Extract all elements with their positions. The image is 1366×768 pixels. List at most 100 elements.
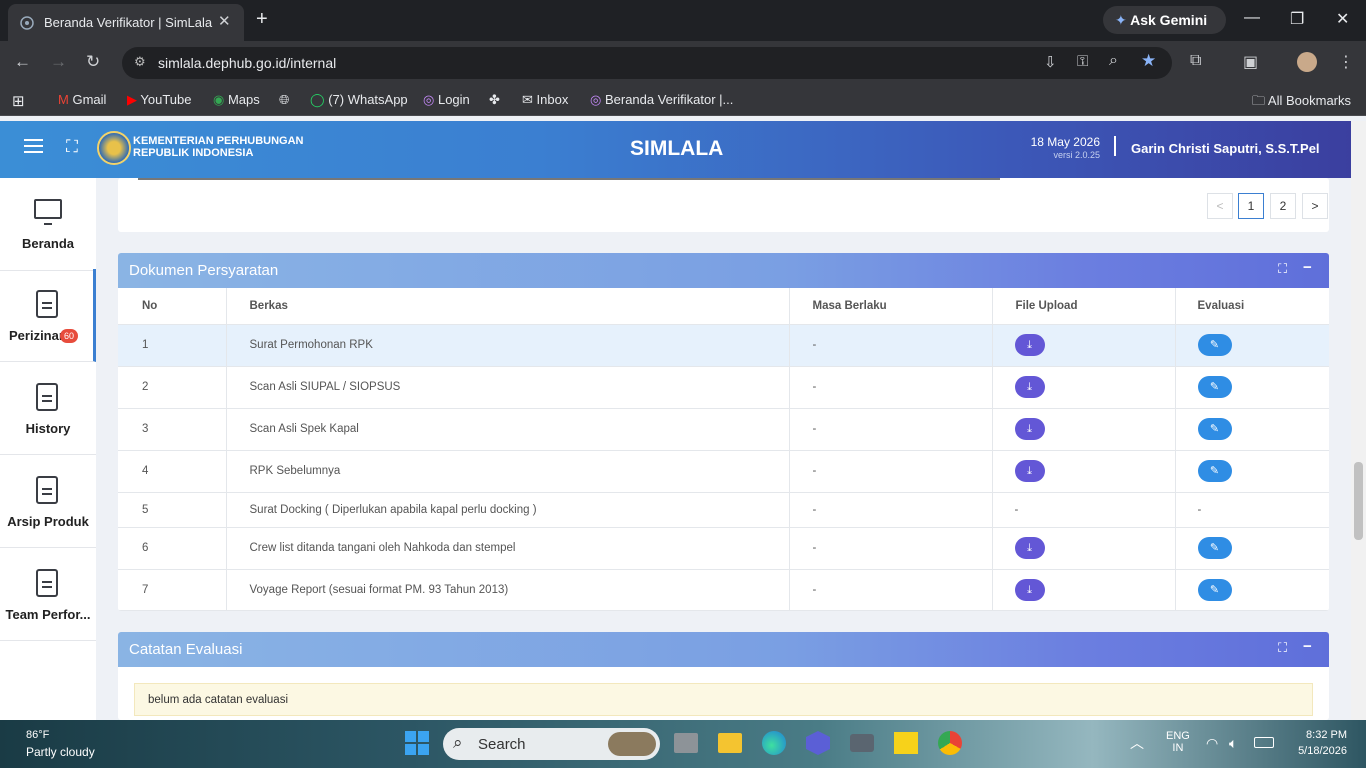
- new-tab-icon[interactable]: +: [256, 8, 268, 31]
- side-panel-icon[interactable]: ▣: [1243, 52, 1258, 72]
- evaluate-edit-button[interactable]: ✎: [1197, 460, 1232, 482]
- password-key-icon[interactable]: ⚿: [1077, 53, 1088, 70]
- globe-icon[interactable]: 🌐︎: [279, 92, 289, 108]
- bookmark-whatsapp[interactable]: ◯ (7) WhatsApp: [310, 92, 408, 108]
- sidebar-item-history[interactable]: History: [0, 362, 96, 455]
- evaluation-note: belum ada catatan evaluasi: [134, 683, 1313, 716]
- browser-tab[interactable]: Beranda Verifikator | SimLala ✕: [8, 4, 244, 41]
- chrome-icon[interactable]: [938, 731, 962, 755]
- bookmark-maps[interactable]: ◉ Maps: [213, 92, 260, 108]
- dokumen-persyaratan-panel: Dokumen Persyaratan ⛶ − No Berkas Masa B…: [118, 253, 1329, 611]
- windows-start-icon[interactable]: [405, 731, 429, 755]
- page-2-button[interactable]: 2: [1270, 193, 1296, 219]
- restore-icon[interactable]: ❐: [1290, 9, 1304, 29]
- tray-chevron-icon[interactable]: ︿: [1130, 733, 1144, 753]
- taskbar-search[interactable]: ⌕ Search: [443, 728, 660, 760]
- zoom-icon[interactable]: ⌕: [1109, 52, 1118, 70]
- prev-page-button[interactable]: <: [1207, 193, 1233, 219]
- evaluate-edit-button[interactable]: ✎: [1197, 376, 1232, 398]
- download-button[interactable]: ⤓: [1014, 578, 1045, 601]
- col-evaluasi: Evaluasi: [1197, 299, 1245, 312]
- close-tab-icon[interactable]: ✕: [218, 12, 231, 30]
- ask-gemini-button[interactable]: ✦ Ask Gemini: [1103, 6, 1226, 34]
- next-page-button[interactable]: >: [1302, 193, 1328, 219]
- bookmark-gmail[interactable]: M Gmail: [58, 92, 106, 107]
- wifi-icon[interactable]: ◠: [1206, 735, 1218, 752]
- forward-icon[interactable]: →: [50, 52, 67, 72]
- site-settings-icon[interactable]: ⚙: [134, 54, 146, 70]
- monitor-icon: [34, 199, 62, 225]
- profile-avatar[interactable]: [1297, 52, 1317, 72]
- hamburger-menu-icon[interactable]: [24, 139, 43, 153]
- download-button[interactable]: ⤓: [1014, 334, 1045, 356]
- pinwheel-icon[interactable]: ✤: [489, 92, 500, 108]
- sidebar-item-beranda[interactable]: Beranda: [0, 178, 96, 271]
- bookmark-star-icon[interactable]: ★: [1141, 51, 1156, 71]
- cell-no: 4: [118, 450, 227, 492]
- gemini-icon: ✦: [1115, 12, 1127, 28]
- cell-file-upload: ⤓: [992, 450, 1176, 492]
- cell-berkas: Surat Permohonan RPK: [226, 324, 790, 366]
- edge-icon[interactable]: [762, 731, 786, 755]
- all-bookmarks[interactable]: 🗀 All Bookmarks: [1252, 92, 1351, 114]
- sidebar-item-arsip-produk[interactable]: Arsip Produk: [0, 455, 96, 548]
- cell-masa-berlaku: -: [789, 450, 993, 492]
- weather-text[interactable]: Partly cloudy: [26, 745, 95, 759]
- fullscreen-icon[interactable]: ⛶: [66, 137, 78, 157]
- close-window-icon[interactable]: ✕: [1336, 9, 1349, 29]
- evaluate-edit-button[interactable]: ✎: [1197, 418, 1232, 440]
- clock-time[interactable]: 8:32 PM: [1300, 729, 1347, 741]
- camera-icon[interactable]: [850, 734, 874, 752]
- volume-icon[interactable]: 🔈︎: [1229, 735, 1237, 752]
- bookmark-inbox[interactable]: ✉ Inbox: [522, 92, 568, 108]
- install-app-icon[interactable]: ⇩: [1044, 53, 1057, 71]
- document-icon: [36, 383, 58, 411]
- youtube-icon: ▶: [127, 92, 137, 107]
- bookmark-login[interactable]: ◎ Login: [423, 92, 470, 108]
- file-explorer-icon[interactable]: [718, 733, 742, 753]
- clock-date[interactable]: 5/18/2026: [1280, 745, 1347, 757]
- sidebar-item-team-performance[interactable]: Team Perfor...: [0, 548, 96, 641]
- sticky-notes-icon[interactable]: [894, 732, 918, 754]
- bookmark-label: Gmail: [72, 92, 107, 107]
- collapse-icon[interactable]: −: [1303, 259, 1312, 276]
- back-icon[interactable]: ←: [14, 52, 31, 72]
- download-icon: ⤓: [1027, 423, 1032, 435]
- sidebar-item-perizinan[interactable]: Perizinan 60: [0, 269, 96, 362]
- evaluate-edit-button[interactable]: ✎: [1197, 537, 1232, 559]
- evaluate-edit-button[interactable]: ✎: [1197, 578, 1232, 601]
- download-button[interactable]: ⤓: [1014, 376, 1045, 398]
- extensions-icon[interactable]: ⧉: [1190, 52, 1201, 70]
- cell-berkas: Surat Docking ( Diperlukan apabila kapal…: [226, 492, 790, 527]
- language-indicator[interactable]: ENG IN: [1166, 730, 1190, 754]
- page-scrollbar[interactable]: [1351, 121, 1366, 720]
- address-bar[interactable]: ⚙ simlala.dephub.go.id/internal ⇩ ⚿ ⌕ ★: [122, 47, 1172, 79]
- cell-berkas: Scan Asli Spek Kapal: [226, 408, 790, 450]
- collapse-icon[interactable]: −: [1303, 638, 1312, 655]
- page-1-button[interactable]: 1: [1238, 193, 1264, 219]
- download-button[interactable]: ⤓: [1014, 537, 1045, 559]
- task-view-icon[interactable]: [674, 733, 698, 753]
- col-no: No: [118, 288, 227, 324]
- apps-grid-icon[interactable]: ⊞: [12, 92, 25, 110]
- download-button[interactable]: ⤓: [1014, 418, 1045, 440]
- scrollbar-thumb[interactable]: [1354, 462, 1363, 540]
- bookmark-youtube[interactable]: ▶ YouTube: [127, 92, 191, 108]
- cell-berkas: Crew list ditanda tangani oleh Nahkoda d…: [226, 527, 790, 569]
- weather-temp[interactable]: 86°F: [26, 729, 49, 741]
- evaluate-edit-button[interactable]: ✎: [1197, 334, 1232, 356]
- reload-icon[interactable]: ↻: [86, 52, 100, 72]
- expand-icon[interactable]: ⛶: [1278, 640, 1287, 656]
- cell-masa-berlaku: -: [789, 527, 993, 569]
- user-name[interactable]: Garin Christi Saputri, S.S.T.Pel: [1131, 141, 1320, 156]
- menu-kebab-icon[interactable]: ⋮: [1338, 52, 1354, 72]
- perizinan-count-badge: 60: [60, 329, 79, 343]
- download-button[interactable]: ⤓: [1014, 460, 1045, 482]
- minimize-icon[interactable]: —: [1244, 9, 1260, 27]
- expand-icon[interactable]: ⛶: [1278, 261, 1287, 277]
- bookmark-beranda[interactable]: ◎ Beranda Verifikator |...: [590, 92, 733, 108]
- horizontal-scroll-bar[interactable]: [138, 178, 1000, 180]
- edit-icon: ✎: [1209, 381, 1220, 393]
- battery-icon[interactable]: [1254, 737, 1274, 748]
- no-file-dash: -: [1014, 503, 1019, 516]
